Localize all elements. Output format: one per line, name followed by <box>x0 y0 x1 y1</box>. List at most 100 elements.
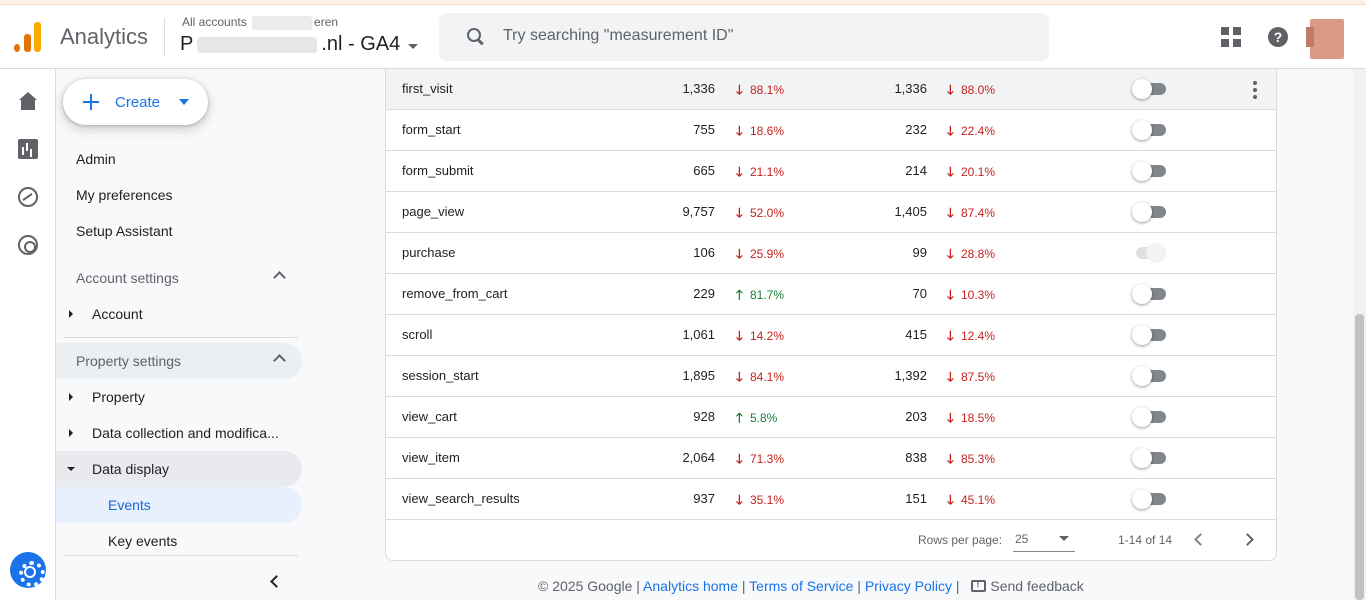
arrow-down-icon: 🡓 <box>947 287 954 302</box>
mark-as-key-event-toggle[interactable] <box>1132 161 1166 181</box>
help-icon[interactable]: ? <box>1268 27 1288 47</box>
privacy-link[interactable]: Privacy Policy <box>865 578 952 594</box>
reports-icon[interactable] <box>18 139 38 159</box>
nav-data-collection-label: Data collection and modifica... <box>92 425 279 441</box>
nav-data-collection[interactable]: Data collection and modifica... <box>56 415 302 451</box>
arrow-down-icon: 🡓 <box>947 82 954 97</box>
event-name[interactable]: view_cart <box>402 409 457 424</box>
nav-account-label: Account <box>92 306 143 322</box>
account-settings-header[interactable]: Account settings <box>56 260 302 296</box>
scrollbar-thumb[interactable] <box>1355 314 1364 600</box>
nav-account[interactable]: Account <box>56 296 302 332</box>
event-count-change: 🡓 21.1% <box>736 163 806 185</box>
total-users: 838 <box>905 450 927 465</box>
table-row[interactable]: page_view 9,757 🡓 52.0% 1,405 🡓 87.4% <box>386 192 1276 233</box>
mark-as-key-event-toggle[interactable] <box>1132 120 1166 140</box>
event-name[interactable]: form_start <box>402 122 461 137</box>
event-name[interactable]: form_submit <box>402 163 474 178</box>
create-button[interactable]: Create <box>63 79 208 125</box>
mark-as-key-event-toggle[interactable] <box>1132 448 1166 468</box>
search-bar[interactable]: Try searching "measurement ID" <box>439 13 1049 61</box>
avatar[interactable] <box>1306 19 1344 59</box>
property-settings-header[interactable]: Property settings <box>56 343 302 379</box>
divider <box>64 555 298 556</box>
table-row[interactable]: view_search_results 937 🡓 35.1% 151 🡓 45.1% <box>386 479 1276 520</box>
event-name[interactable]: remove_from_cart <box>402 286 507 301</box>
table-row[interactable]: view_cart 928 🡑 5.8% 203 🡓 18.5% <box>386 397 1276 438</box>
total-users-change: 🡓 20.1% <box>947 163 1017 185</box>
apps-grid-icon[interactable] <box>1221 27 1241 47</box>
collapse-nav-chevron-icon[interactable] <box>270 575 283 588</box>
change-value: 18.5% <box>961 411 996 425</box>
terms-link[interactable]: Terms of Service <box>749 578 853 594</box>
home-icon[interactable] <box>18 92 38 112</box>
table-row[interactable]: view_item 2,064 🡓 71.3% 838 🡓 85.3% <box>386 438 1276 479</box>
total-users: 232 <box>905 122 927 137</box>
table-row[interactable]: purchase 106 🡓 25.9% 99 🡓 28.8% <box>386 233 1276 274</box>
property-name: .nl - GA4 <box>321 33 401 55</box>
event-count-change: 🡓 14.2% <box>736 327 806 349</box>
event-name[interactable]: first_visit <box>402 81 453 96</box>
analytics-home-link[interactable]: Analytics home <box>643 578 738 594</box>
table-row[interactable]: scroll 1,061 🡓 14.2% 415 🡓 12.4% <box>386 315 1276 356</box>
event-name[interactable]: purchase <box>402 245 455 260</box>
arrow-down-icon: 🡓 <box>947 205 954 220</box>
event-name[interactable]: scroll <box>402 327 432 342</box>
change-value: 87.4% <box>961 206 996 220</box>
advertising-icon[interactable] <box>18 235 38 255</box>
arrow-down-icon: 🡓 <box>736 164 743 179</box>
property-selector[interactable]: P .nl - GA4 <box>180 33 419 56</box>
table-row[interactable]: form_submit 665 🡓 21.1% 214 🡓 20.1% <box>386 151 1276 192</box>
event-count-change: 🡓 35.1% <box>736 491 806 513</box>
table-row[interactable]: first_visit 1,336 🡓 88.1% 1,336 🡓 88.0% <box>386 69 1276 110</box>
account-breadcrumb[interactable]: All accounts eren <box>182 15 338 30</box>
total-users-change: 🡓 87.4% <box>947 204 1017 226</box>
nav-data-display-label: Data display <box>92 461 170 477</box>
mark-as-key-event-toggle[interactable] <box>1132 79 1166 99</box>
event-count-change: 🡓 18.6% <box>736 122 806 144</box>
app-name: Analytics <box>60 24 149 49</box>
nav-property-label: Property <box>92 389 145 405</box>
nav-my-preferences[interactable]: My preferences <box>76 187 172 203</box>
mark-as-key-event-toggle[interactable] <box>1132 202 1166 222</box>
mark-as-key-event-toggle[interactable] <box>1132 407 1166 427</box>
total-users-change: 🡓 85.3% <box>947 450 1017 472</box>
toggle-knob <box>1132 489 1152 509</box>
previous-page-icon[interactable] <box>1194 533 1207 546</box>
change-value: 25.9% <box>750 247 785 261</box>
event-name[interactable]: page_view <box>402 204 464 219</box>
arrow-down-icon: 🡓 <box>947 123 954 138</box>
table-row[interactable]: session_start 1,895 🡓 84.1% 1,392 🡓 87.5% <box>386 356 1276 397</box>
arrow-down-icon: 🡓 <box>736 205 743 220</box>
arrow-down-icon: 🡓 <box>736 369 743 384</box>
caret-down-icon <box>179 99 189 105</box>
gear-icon[interactable] <box>10 552 46 588</box>
nav-admin[interactable]: Admin <box>76 151 116 167</box>
event-name[interactable]: view_item <box>402 450 460 465</box>
event-name[interactable]: session_start <box>402 368 479 383</box>
footer-separator: | <box>737 578 750 594</box>
table-row[interactable]: form_start 755 🡓 18.6% 232 🡓 22.4% <box>386 110 1276 151</box>
more-vert-icon[interactable] <box>1253 81 1257 99</box>
nav-data-display[interactable]: Data display <box>56 451 302 487</box>
table-row[interactable]: remove_from_cart 229 🡑 81.7% 70 🡓 10.3% <box>386 274 1276 315</box>
send-feedback-link[interactable]: Send feedback <box>990 578 1083 594</box>
header-divider <box>164 18 165 56</box>
mark-as-key-event-toggle[interactable] <box>1132 366 1166 386</box>
mark-as-key-event-toggle[interactable] <box>1132 489 1166 509</box>
next-page-icon[interactable] <box>1241 533 1254 546</box>
app-header: Analytics All accounts eren P .nl - GA4 … <box>0 5 1366 69</box>
change-value: 87.5% <box>961 370 996 384</box>
analytics-logo-icon[interactable] <box>14 22 42 52</box>
nav-property[interactable]: Property <box>56 379 302 415</box>
toggle-knob <box>1132 366 1152 386</box>
arrow-down-icon: 🡓 <box>736 82 743 97</box>
rows-per-page-select[interactable]: 25 <box>1013 530 1075 552</box>
explore-icon[interactable] <box>18 187 38 207</box>
nav-key-events[interactable]: Key events <box>56 523 302 559</box>
mark-as-key-event-toggle[interactable] <box>1132 325 1166 345</box>
mark-as-key-event-toggle[interactable] <box>1132 284 1166 304</box>
nav-setup-assistant[interactable]: Setup Assistant <box>76 223 173 239</box>
event-name[interactable]: view_search_results <box>402 491 520 506</box>
nav-events[interactable]: Events <box>56 487 302 523</box>
